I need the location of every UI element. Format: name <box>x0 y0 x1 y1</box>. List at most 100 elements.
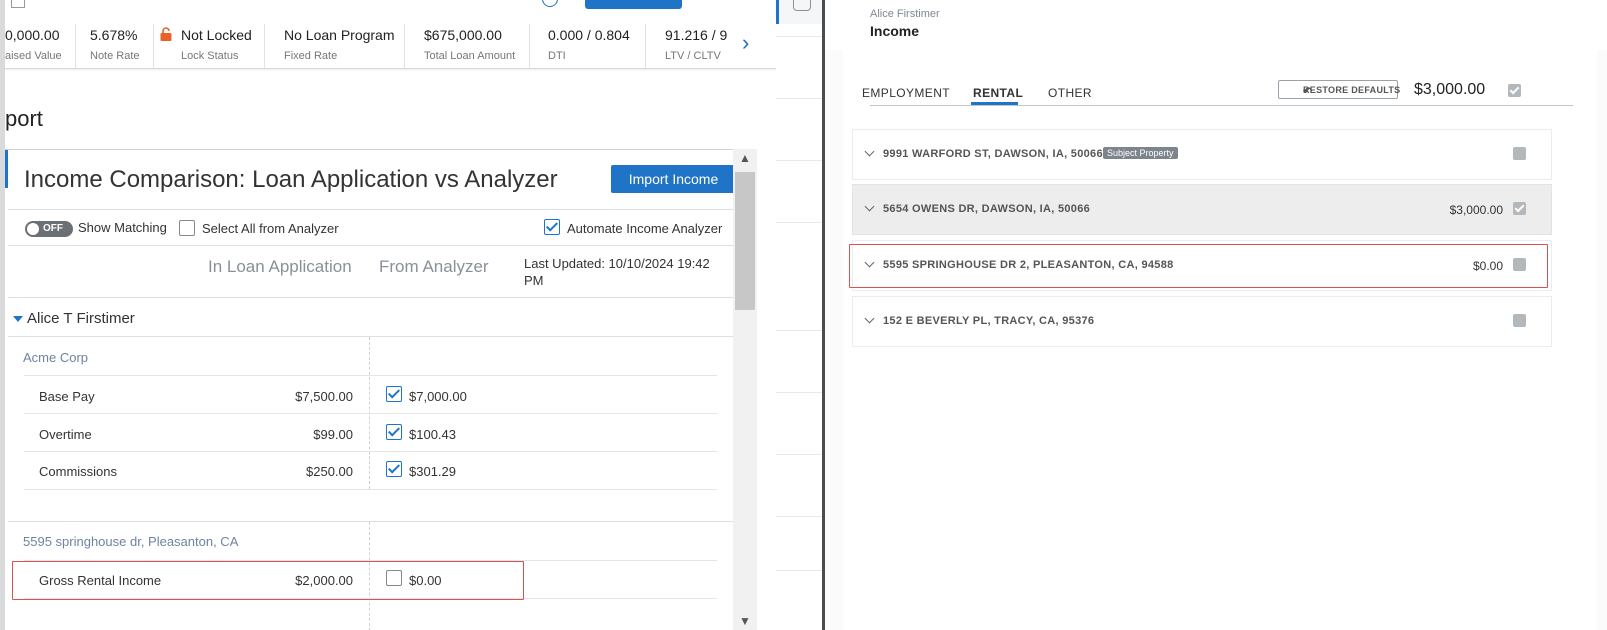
divider <box>776 36 825 37</box>
rental-section-name: 5595 springhouse dr, Pleasanton, CA <box>23 534 239 549</box>
metric-label: aised Value <box>5 50 62 62</box>
divider <box>776 454 825 455</box>
loan-app-amount: $99.00 <box>313 427 353 442</box>
top-checkbox[interactable] <box>11 0 25 8</box>
tab-employment[interactable]: EMPLOYMENT <box>862 86 950 100</box>
income-comparison-dialog: Income Comparison: Loan Application vs A… <box>5 149 750 630</box>
last-updated: Last Updated: 10/10/2024 19:42 PM <box>524 256 710 288</box>
chevron-down-icon[interactable] <box>864 146 875 157</box>
info-icon[interactable] <box>542 0 558 7</box>
dialog-title: Income Comparison: Loan Application vs A… <box>24 166 558 193</box>
divider <box>776 98 825 99</box>
show-matching-toggle[interactable]: OFF <box>25 221 73 237</box>
analyzer-checkbox[interactable] <box>386 461 402 477</box>
metric-value: 5.678% <box>90 27 138 43</box>
select-all-label: Select All from Analyzer <box>202 221 339 236</box>
subject-property-badge: Subject Property <box>1103 147 1178 159</box>
income-panel: Alice Firstimer Income EMPLOYMENT RENTAL… <box>825 0 1607 630</box>
metric-label: Lock Status <box>181 50 239 62</box>
divider <box>776 570 825 571</box>
metric-value: 0,000.00 <box>5 27 60 43</box>
scroll-thumb[interactable] <box>735 172 755 310</box>
property-address: 152 E BEVERLY PL, TRACY, CA, 95376 <box>883 315 1095 327</box>
restore-defaults-label: RESTORE DEFAULTS <box>1303 85 1401 95</box>
metric-ltv-cltv: 91.216 / 9 LTV / CLTV <box>665 24 730 68</box>
property-card[interactable]: 152 E BEVERLY PL, TRACY, CA, 95376 <box>852 296 1552 347</box>
property-checkbox[interactable] <box>1513 147 1526 160</box>
divider <box>776 222 825 223</box>
divider <box>8 209 738 210</box>
metric-divider <box>264 24 265 68</box>
top-action-button[interactable] <box>585 0 682 9</box>
show-matching-label: Show Matching <box>78 220 167 235</box>
rental-total: $3,000.00 <box>1414 81 1486 98</box>
chevron-down-icon[interactable] <box>864 313 875 324</box>
automate-analyzer-checkbox[interactable] <box>544 219 560 235</box>
analyzer-checkbox[interactable] <box>386 424 402 440</box>
analyzer-amount: $7,000.00 <box>409 389 467 404</box>
chat-tab[interactable] <box>776 0 827 24</box>
row-divider <box>24 489 717 490</box>
chevron-down-icon[interactable]: ▼ <box>739 614 751 628</box>
chat-icon <box>793 0 811 11</box>
metric-label: Note Rate <box>90 50 140 62</box>
property-checkbox[interactable] <box>1513 202 1526 215</box>
borrower-name[interactable]: Alice T Firstimer <box>27 310 135 327</box>
analyzer-amount: $301.29 <box>409 464 456 479</box>
toggle-knob <box>27 223 39 235</box>
active-tab-indicator <box>971 102 1018 105</box>
metric-value: Not Locked <box>181 27 252 43</box>
divider <box>8 297 738 298</box>
caret-down-icon[interactable] <box>13 316 23 322</box>
income-label: Overtime <box>39 427 92 442</box>
metric-label: Total Loan Amount <box>424 50 516 62</box>
chevron-down-icon[interactable] <box>864 201 875 212</box>
row-divider <box>24 413 717 414</box>
import-income-button[interactable]: Import Income <box>611 165 736 193</box>
divider <box>8 336 738 337</box>
tab-rental[interactable]: RENTAL <box>973 86 1023 100</box>
chevron-up-icon[interactable]: ▲ <box>739 151 751 165</box>
analyzer-checkbox[interactable] <box>386 386 402 402</box>
restore-defaults-button[interactable]: ↶ RESTORE DEFAULTS <box>1278 80 1401 99</box>
panel-title: Income <box>870 23 920 39</box>
loan-metrics-bar: 0,000.00 aised Value 5.678% Note Rate No… <box>5 0 776 69</box>
divider <box>776 160 825 161</box>
highlight-box <box>12 561 524 600</box>
metric-label: Fixed Rate <box>284 50 338 62</box>
metric-value: $675,000.00 <box>424 27 502 43</box>
row-divider <box>24 451 717 452</box>
metric-divider <box>645 24 646 68</box>
lock-icon <box>160 27 172 41</box>
divider <box>8 521 738 522</box>
metric-divider <box>75 24 76 68</box>
row-divider <box>24 375 717 376</box>
loan-app-amount: $7,500.00 <box>295 389 353 404</box>
income-label: Base Pay <box>39 389 95 404</box>
metric-divider <box>404 24 405 68</box>
automate-analyzer-label: Automate Income Analyzer <box>567 221 723 236</box>
dialog-accent <box>5 150 8 188</box>
employer-name: Acme Corp <box>23 350 89 365</box>
property-checkbox[interactable] <box>1513 314 1526 327</box>
page-title: port <box>5 106 43 131</box>
toggle-state-label: OFF <box>43 223 63 234</box>
metric-divider <box>529 24 530 68</box>
metric-divider <box>153 24 154 68</box>
chevron-right-icon[interactable]: › <box>742 30 749 56</box>
select-all-checkbox[interactable] <box>179 220 195 236</box>
loan-app-amount: $250.00 <box>306 464 353 479</box>
dialog-scrollbar[interactable]: ▲ ▼ <box>733 149 757 630</box>
income-label: Commissions <box>39 464 118 479</box>
property-card[interactable]: 5654 OWENS DR, DAWSON, IA, 50066 $3,000.… <box>852 184 1552 235</box>
metric-label: DTI <box>548 50 566 62</box>
analyzer-amount: $100.43 <box>409 427 456 442</box>
select-all-rental-checkbox[interactable] <box>1508 84 1521 97</box>
column-header-analyzer: From Analyzer <box>379 257 489 276</box>
property-address: 9991 WARFORD ST, DAWSON, IA, 50066 <box>883 148 1103 160</box>
tab-other[interactable]: OTHER <box>1048 86 1092 100</box>
property-income: $3,000.00 <box>1449 203 1503 217</box>
divider <box>8 245 738 246</box>
property-card[interactable]: 9991 WARFORD ST, DAWSON, IA, 50066 Subje… <box>852 129 1552 180</box>
app-window: 0,000.00 aised Value 5.678% Note Rate No… <box>0 0 1607 630</box>
